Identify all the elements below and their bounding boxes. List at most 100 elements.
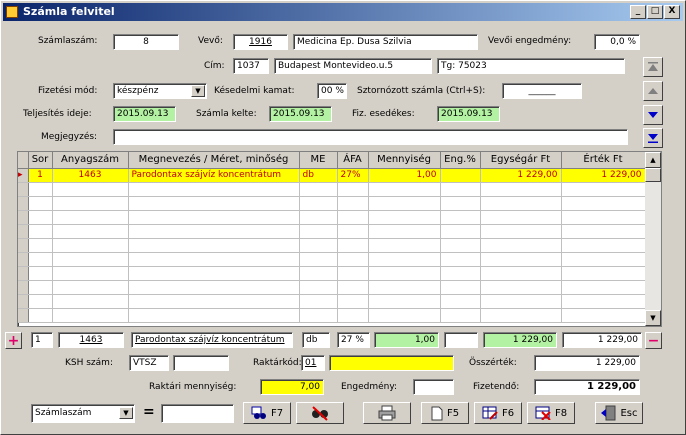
empty-cell[interactable]: [299, 196, 338, 211]
empty-cell[interactable]: [440, 280, 481, 295]
scroll-down-icon[interactable]: ▼: [645, 310, 661, 326]
empty-cell[interactable]: [52, 294, 129, 309]
empty-table-row[interactable]: [18, 280, 646, 295]
empty-cell[interactable]: [337, 182, 369, 197]
empty-cell[interactable]: [440, 294, 481, 309]
edit-afa-field[interactable]: 27 %: [337, 332, 370, 348]
items-grid[interactable]: Sor Anyagszám Megnevezés / Méret, minősé…: [17, 151, 662, 327]
empty-cell[interactable]: [561, 210, 646, 225]
col-header-me[interactable]: ME: [299, 152, 338, 169]
empty-cell[interactable]: [368, 224, 441, 239]
cell-megnevezes[interactable]: Parodontax szájvíz koncentrátum: [128, 168, 300, 183]
empty-cell[interactable]: [561, 182, 646, 197]
esc-exit-button[interactable]: Esc: [595, 402, 643, 424]
payment-method-select[interactable]: készpénz ▼: [113, 83, 207, 99]
empty-cell[interactable]: [299, 224, 338, 239]
empty-cell[interactable]: [561, 224, 646, 239]
empty-cell[interactable]: [368, 210, 441, 225]
empty-table-row[interactable]: [18, 196, 646, 211]
empty-cell[interactable]: [440, 196, 481, 211]
empty-table-row[interactable]: [18, 210, 646, 225]
ksh-number-field[interactable]: [173, 355, 229, 371]
cell-anyagszam[interactable]: 1463: [52, 168, 129, 183]
edit-ertek-field[interactable]: 1 229,00: [562, 332, 642, 348]
empty-cell[interactable]: [299, 308, 338, 323]
empty-cell[interactable]: [299, 280, 338, 295]
empty-cell[interactable]: [128, 182, 300, 197]
empty-cell[interactable]: [28, 196, 53, 211]
empty-cell[interactable]: [337, 308, 369, 323]
empty-table-row[interactable]: [18, 308, 646, 323]
empty-cell[interactable]: [440, 210, 481, 225]
discount-field[interactable]: [413, 379, 454, 395]
empty-cell[interactable]: [52, 182, 129, 197]
empty-cell[interactable]: [128, 252, 300, 267]
grid-scrollbar[interactable]: ▲ ▼: [645, 152, 661, 326]
col-header-mennyiseg[interactable]: Mennyiség: [368, 152, 441, 169]
empty-cell[interactable]: [337, 196, 369, 211]
empty-cell[interactable]: [337, 280, 369, 295]
empty-cell[interactable]: [337, 252, 369, 267]
empty-cell[interactable]: [480, 238, 562, 253]
nav-last-button[interactable]: [643, 128, 663, 148]
empty-cell[interactable]: [480, 308, 562, 323]
col-header-sor[interactable]: Sor: [28, 152, 53, 169]
scroll-up-icon[interactable]: ▲: [645, 152, 661, 168]
edit-egysegar-field[interactable]: 1 229,00: [483, 332, 557, 348]
empty-cell[interactable]: [299, 238, 338, 253]
empty-cell[interactable]: [52, 196, 129, 211]
scroll-thumb[interactable]: [645, 168, 661, 182]
empty-cell[interactable]: [561, 252, 646, 267]
empty-cell[interactable]: [440, 238, 481, 253]
empty-cell[interactable]: [368, 252, 441, 267]
col-header-afa[interactable]: ÁFA: [337, 152, 369, 169]
empty-cell[interactable]: [440, 266, 481, 281]
cell-egysegar[interactable]: 1 229,00: [480, 168, 562, 183]
col-header-ertek[interactable]: Érték Ft: [561, 152, 646, 169]
empty-cell[interactable]: [28, 294, 53, 309]
empty-cell[interactable]: [52, 280, 129, 295]
edit-mennyiseg-field[interactable]: 1,00: [374, 332, 439, 348]
address-field[interactable]: Budapest Montevideo.u.5: [274, 58, 432, 74]
empty-cell[interactable]: [52, 266, 129, 281]
empty-cell[interactable]: [480, 210, 562, 225]
empty-cell[interactable]: [480, 294, 562, 309]
empty-cell[interactable]: [480, 224, 562, 239]
col-header-megnevezes[interactable]: Megnevezés / Méret, minőség: [128, 152, 300, 169]
cell-sor[interactable]: 1: [28, 168, 53, 183]
empty-cell[interactable]: [440, 182, 481, 197]
empty-cell[interactable]: [480, 280, 562, 295]
empty-table-row[interactable]: [18, 238, 646, 253]
fulfillment-date-field[interactable]: 2015.09.13: [113, 106, 176, 122]
empty-table-row[interactable]: [18, 266, 646, 281]
empty-cell[interactable]: [337, 238, 369, 253]
print-button[interactable]: [363, 402, 411, 424]
edit-megnevezes-field[interactable]: Parodontax szájvíz koncentrátum: [131, 332, 293, 348]
f8-delete-button[interactable]: F8: [527, 402, 575, 424]
f5-new-button[interactable]: F5: [421, 402, 469, 424]
empty-cell[interactable]: [28, 308, 53, 323]
edit-me-field[interactable]: db: [302, 332, 330, 348]
empty-cell[interactable]: [28, 238, 53, 253]
empty-cell[interactable]: [561, 238, 646, 253]
empty-cell[interactable]: [28, 280, 53, 295]
add-row-button[interactable]: +: [5, 332, 22, 349]
empty-cell[interactable]: [480, 182, 562, 197]
note-field[interactable]: [113, 129, 628, 145]
empty-cell[interactable]: [561, 280, 646, 295]
zip-field[interactable]: 1037: [233, 58, 269, 74]
empty-cell[interactable]: [128, 224, 300, 239]
phone-field[interactable]: Tg: 75023: [437, 58, 625, 74]
empty-cell[interactable]: [440, 224, 481, 239]
delete-row-button[interactable]: −: [645, 332, 662, 349]
chevron-down-icon[interactable]: ▼: [119, 407, 133, 419]
empty-cell[interactable]: [561, 308, 646, 323]
empty-cell[interactable]: [28, 266, 53, 281]
col-header-eng[interactable]: Eng.%: [440, 152, 481, 169]
edit-eng-field[interactable]: [444, 332, 478, 348]
empty-cell[interactable]: [52, 210, 129, 225]
storno-field[interactable]: ______: [502, 83, 582, 99]
empty-table-row[interactable]: [18, 224, 646, 239]
empty-cell[interactable]: [28, 224, 53, 239]
chevron-down-icon[interactable]: ▼: [191, 85, 205, 97]
